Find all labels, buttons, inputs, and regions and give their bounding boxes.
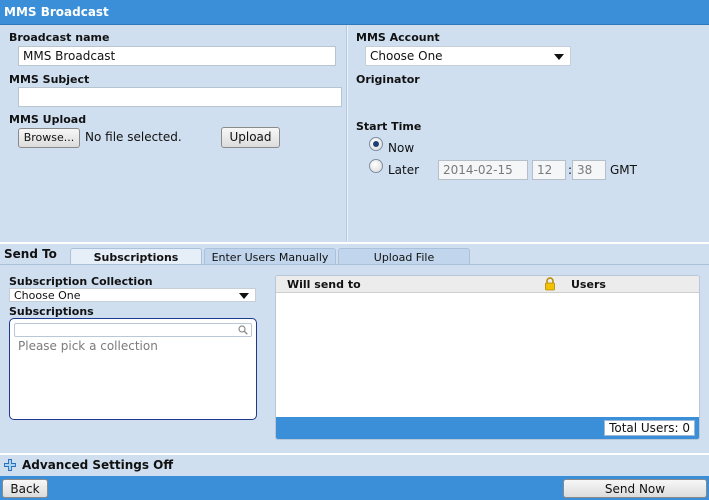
broadcast-name-input[interactable]: MMS Broadcast xyxy=(18,46,336,66)
send-to-title: Send To xyxy=(4,247,57,261)
form-right-column: MMS Account Choose One Originator Start … xyxy=(348,25,709,241)
upload-button[interactable]: Upload xyxy=(221,127,280,148)
subscriptions-label: Subscriptions xyxy=(9,305,94,318)
footer-bar: Back Send Now xyxy=(0,476,709,500)
back-button[interactable]: Back xyxy=(2,479,48,498)
subscriptions-search-input[interactable] xyxy=(14,323,252,337)
subscriptions-placeholder: Please pick a collection xyxy=(18,339,158,353)
chevron-down-icon xyxy=(554,54,564,60)
start-time-label: Start Time xyxy=(356,120,422,133)
start-later-radio[interactable] xyxy=(369,159,383,173)
lock-icon[interactable] xyxy=(544,277,556,291)
mms-account-label: MMS Account xyxy=(356,31,440,44)
mms-subject-input[interactable] xyxy=(18,87,342,107)
form-left-column: Broadcast name MMS Broadcast MMS Subject… xyxy=(0,25,346,241)
timezone-label: GMT xyxy=(610,163,637,177)
originator-label: Originator xyxy=(356,73,420,86)
send-now-button[interactable]: Send Now xyxy=(563,479,707,498)
advanced-settings-label[interactable]: Advanced Settings Off xyxy=(22,458,173,472)
table-header: Will send to Users xyxy=(276,276,699,293)
subscription-collection-selected: Choose One xyxy=(14,289,81,302)
start-now-label: Now xyxy=(388,141,415,155)
browse-button[interactable]: Browse... xyxy=(18,128,80,148)
later-minute-input[interactable]: 38 xyxy=(572,160,606,180)
mms-account-selected: Choose One xyxy=(370,49,443,63)
advanced-settings-bar[interactable]: Advanced Settings Off xyxy=(0,453,709,475)
start-now-radio[interactable] xyxy=(369,137,383,151)
send-to-bar: Send To Subscriptions Enter Users Manual… xyxy=(0,242,709,266)
window-title: MMS Broadcast xyxy=(0,0,709,25)
file-status: No file selected. xyxy=(85,130,182,144)
users-header: Users xyxy=(571,278,606,291)
search-icon xyxy=(238,325,248,335)
total-users: Total Users: 0 xyxy=(604,420,695,436)
broadcast-form: Broadcast name MMS Broadcast MMS Subject… xyxy=(0,25,709,241)
later-date-input[interactable]: 2014-02-15 xyxy=(438,160,528,180)
mms-account-select[interactable]: Choose One xyxy=(365,46,571,66)
will-send-to-header: Will send to xyxy=(287,278,361,291)
chevron-down-icon xyxy=(239,293,249,299)
start-later-label: Later xyxy=(388,163,420,177)
table-footer: Total Users: 0 xyxy=(276,417,699,439)
subscription-collection-select[interactable]: Choose One xyxy=(9,288,256,302)
send-to-panel: Subscription Collection Choose One Subsc… xyxy=(0,265,709,453)
broadcast-name-label: Broadcast name xyxy=(9,31,110,44)
later-hour-input[interactable]: 12 xyxy=(532,160,566,180)
subscription-collection-label: Subscription Collection xyxy=(9,275,153,288)
subscriptions-list[interactable]: Please pick a collection xyxy=(9,318,257,420)
will-send-to-table: Will send to Users Total Users: 0 xyxy=(275,275,700,440)
mms-subject-label: MMS Subject xyxy=(9,73,90,86)
plus-icon[interactable] xyxy=(4,459,16,471)
mms-upload-label: MMS Upload xyxy=(9,113,87,126)
